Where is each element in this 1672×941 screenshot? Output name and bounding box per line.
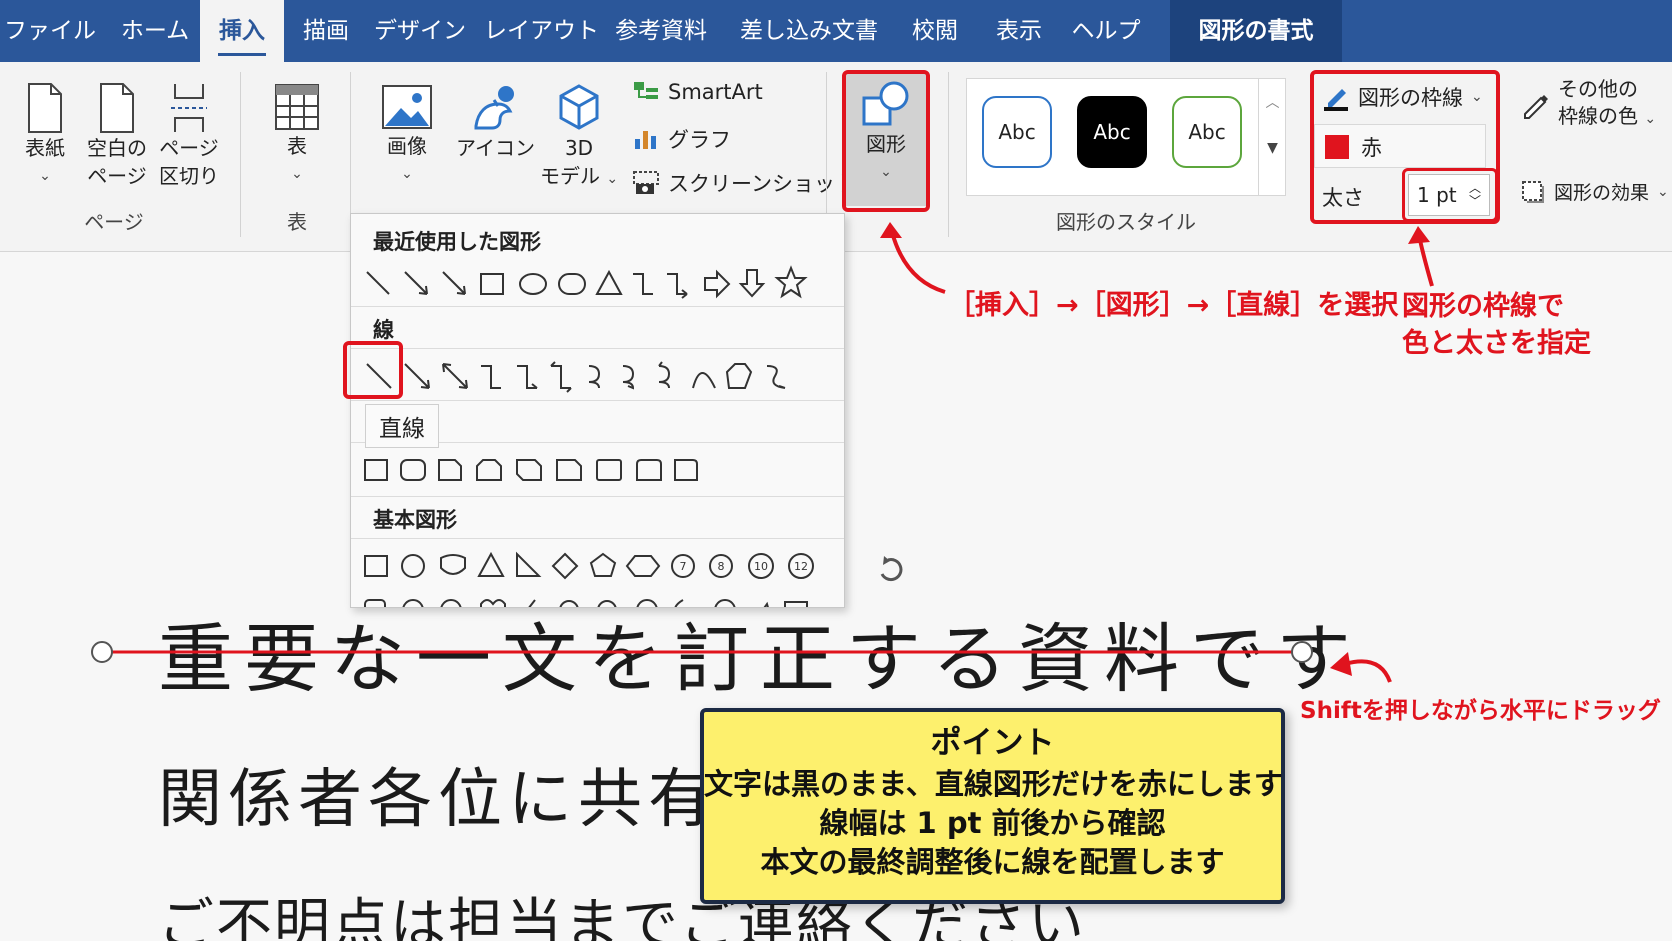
basic-shapes-row[interactable]: 7 8 10 12 [361, 544, 831, 588]
menu-divider [351, 400, 844, 401]
menu-divider [351, 496, 844, 497]
line-start-handle[interactable] [91, 641, 113, 663]
arrow-to-shapes-icon [880, 222, 946, 294]
outline-annotation-line-2: 色と太さを指定 [1402, 328, 1591, 359]
arrow-to-outline-icon [1408, 226, 1434, 287]
basic-number-8: 8 [718, 560, 725, 573]
rotate-handle-icon[interactable] [880, 556, 903, 582]
menu-divider [351, 306, 844, 307]
point-line-3: 本文の最終調整後に線を配置します [760, 845, 1225, 879]
step-annotation: ［挿入］→［図形］→［直線］を選択 [948, 290, 1399, 321]
menu-divider [351, 538, 844, 539]
outline-annotation: 図形の枠線で 色と太さを指定 [1402, 288, 1591, 362]
basic-shapes-row-partial[interactable] [361, 590, 831, 608]
line-end-handle[interactable] [1291, 641, 1313, 663]
recent-shapes-heading: 最近使用した図形 [373, 230, 541, 254]
arrow-to-line-end-icon [1330, 652, 1392, 683]
basic-shapes-heading: 基本図形 [373, 508, 457, 532]
lines-shapes-row[interactable] [361, 354, 831, 398]
point-callout-box: ポイント 文字は黒のまま、直線図形だけを赤にします 線幅は 1 pt 前後から確… [700, 708, 1285, 904]
rectangles-shapes-row[interactable] [361, 450, 831, 490]
menu-divider [351, 348, 844, 349]
point-title: ポイント [930, 725, 1055, 761]
recent-shapes-row[interactable] [361, 260, 831, 304]
lines-heading: 線 [373, 318, 394, 342]
basic-number-10: 10 [754, 560, 768, 573]
point-line-1: 文字は黒のまま、直線図形だけを赤にします [704, 767, 1283, 801]
point-line-2: 線幅は 1 pt 前後から確認 [819, 806, 1166, 840]
straight-line-tooltip: 直線 [365, 404, 439, 448]
basic-number-7: 7 [680, 560, 687, 573]
straight-line-highlight-frame [343, 341, 403, 399]
drag-annotation: Shiftを押しながら水平にドラッグ [1300, 698, 1661, 724]
basic-number-12: 12 [794, 560, 808, 573]
outline-annotation-line-1: 図形の枠線で [1402, 291, 1564, 322]
